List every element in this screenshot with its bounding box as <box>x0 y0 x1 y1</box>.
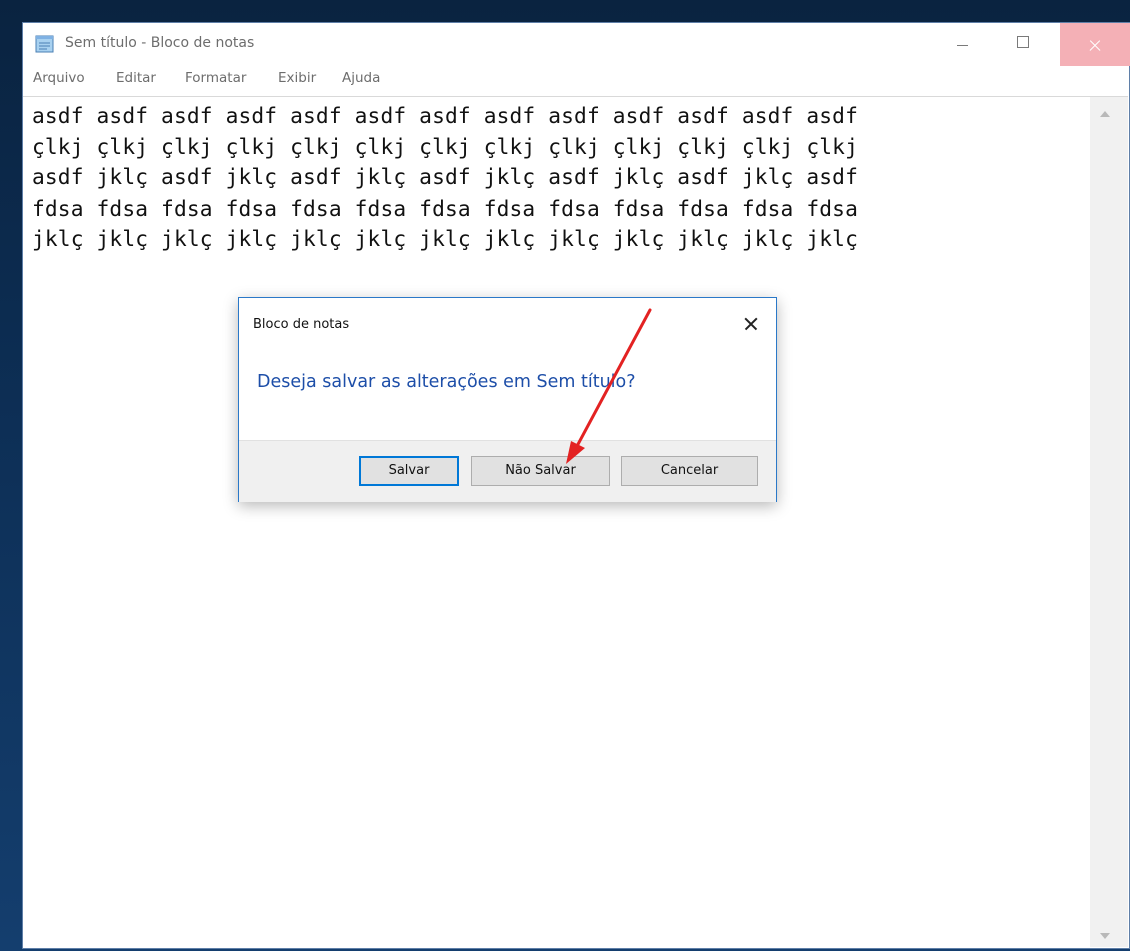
menu-ajuda[interactable]: Ajuda <box>342 70 380 86</box>
menu-arquivo[interactable]: Arquivo <box>33 70 85 86</box>
window-title: Sem título - Bloco de notas <box>65 35 255 51</box>
menu-formatar[interactable]: Formatar <box>185 70 246 86</box>
scroll-up-icon[interactable] <box>1100 111 1110 117</box>
menu-editar[interactable]: Editar <box>116 70 156 86</box>
menu-bar: Arquivo Editar Formatar Exibir Ajuda <box>23 70 1129 92</box>
minimize-icon[interactable] <box>942 23 988 66</box>
editor-line: fdsa fdsa fdsa fdsa fdsa fdsa fdsa fdsa … <box>32 196 858 221</box>
text-editor[interactable]: asdf asdf asdf asdf asdf asdf asdf asdf … <box>23 96 1090 947</box>
editor-line: çlkj çlkj çlkj çlkj çlkj çlkj çlkj çlkj … <box>32 134 858 159</box>
maximize-icon[interactable] <box>1000 23 1046 66</box>
editor-line: jklç jklç jklç jklç jklç jklç jklç jklç … <box>32 226 858 251</box>
editor-line: asdf jklç asdf jklç asdf jklç asdf jklç … <box>32 164 858 189</box>
save-button[interactable]: Salvar <box>359 456 459 486</box>
dialog-title: Bloco de notas <box>253 317 350 332</box>
save-dialog: Bloco de notas Deseja salvar as alteraçõ… <box>238 297 777 502</box>
dialog-close-icon[interactable] <box>742 315 760 333</box>
scroll-down-icon[interactable] <box>1100 933 1110 939</box>
title-bar[interactable]: Sem título - Bloco de notas <box>23 23 1130 66</box>
editor-line: asdf asdf asdf asdf asdf asdf asdf asdf … <box>32 103 858 128</box>
notepad-icon <box>35 35 54 53</box>
close-icon[interactable] <box>1060 23 1130 66</box>
menu-exibir[interactable]: Exibir <box>278 70 316 86</box>
cancel-button[interactable]: Cancelar <box>621 456 758 486</box>
vertical-scrollbar[interactable] <box>1090 96 1128 947</box>
dialog-footer: Salvar Não Salvar Cancelar <box>239 440 776 502</box>
dialog-message: Deseja salvar as alterações em Sem títul… <box>257 372 636 392</box>
dont-save-button[interactable]: Não Salvar <box>471 456 610 486</box>
